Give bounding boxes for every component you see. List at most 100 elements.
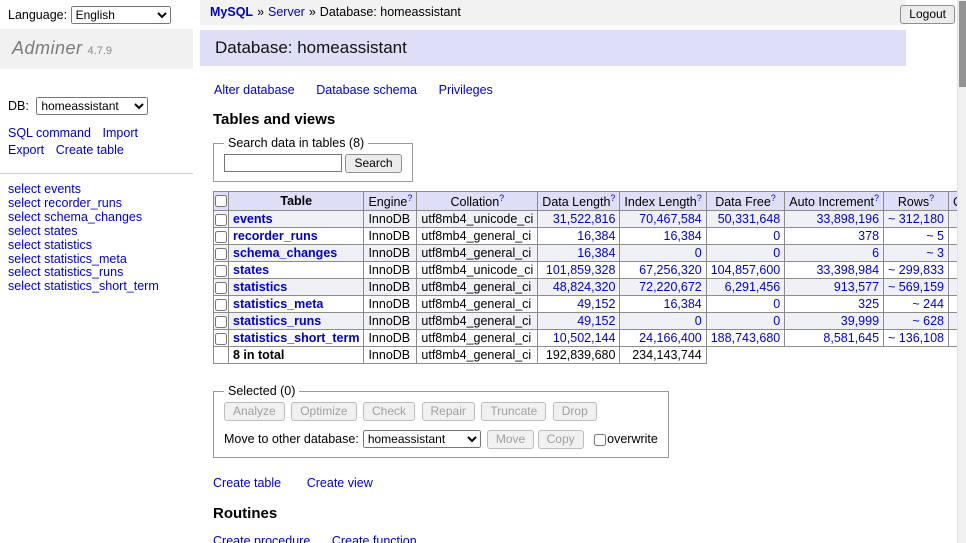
table-link[interactable]: events: [233, 212, 273, 226]
db-select[interactable]: homeassistant: [36, 97, 148, 115]
help-icon[interactable]: ?: [610, 193, 615, 203]
data-free-link[interactable]: 50,331,648: [711, 212, 781, 226]
scrollbar[interactable]: [957, 0, 966, 543]
sidebar-item-select-statistics-meta[interactable]: select statistics_meta: [8, 253, 193, 267]
help-icon[interactable]: ?: [697, 193, 702, 203]
index-length-link[interactable]: 0: [624, 314, 701, 328]
rows-link[interactable]: ~ 299,833: [888, 263, 944, 277]
optimize-button[interactable]: Optimize: [291, 402, 356, 421]
table-link[interactable]: recorder_runs: [233, 229, 318, 243]
analyze-button[interactable]: Analyze: [224, 402, 285, 421]
check-button[interactable]: Check: [363, 402, 415, 421]
sidebar-item-select-statistics[interactable]: select statistics: [8, 239, 193, 253]
scrollbar-thumb[interactable]: [959, 1, 966, 87]
database-schema-link[interactable]: Database schema: [316, 83, 417, 97]
sidebar-item-select-statistics-runs[interactable]: select statistics_runs: [8, 266, 193, 280]
data-length-link[interactable]: 49,152: [542, 297, 615, 311]
breadcrumb-mysql-link[interactable]: MySQL: [210, 5, 253, 19]
move-database-select[interactable]: homeassistant: [363, 430, 481, 448]
repair-button[interactable]: Repair: [422, 402, 475, 421]
data-free-link[interactable]: 0: [711, 229, 781, 243]
data-free-link[interactable]: 0: [711, 314, 781, 328]
select-all-checkbox[interactable]: [215, 195, 227, 207]
alter-database-link[interactable]: Alter database: [214, 83, 295, 97]
sidebar-item-select-schema-changes[interactable]: select schema_changes: [8, 211, 193, 225]
sidebar-item-select-events[interactable]: select events: [8, 183, 193, 197]
logout-button[interactable]: Logout: [900, 5, 955, 24]
index-length-link[interactable]: 70,467,584: [624, 212, 701, 226]
row-checkbox[interactable]: [215, 299, 227, 311]
privileges-link[interactable]: Privileges: [439, 83, 493, 97]
data-free-link[interactable]: 0: [711, 297, 781, 311]
auto-increment-link[interactable]: 913,577: [789, 280, 879, 294]
row-checkbox[interactable]: [215, 282, 227, 294]
language-select[interactable]: English: [71, 6, 171, 24]
data-length-link[interactable]: 101,859,328: [542, 263, 615, 277]
index-length-link[interactable]: 16,384: [624, 297, 701, 311]
sidebar-link-import[interactable]: Import: [103, 125, 138, 142]
create-procedure-link[interactable]: Create procedure: [213, 534, 310, 543]
truncate-button[interactable]: Truncate: [481, 402, 546, 421]
data-length-link[interactable]: 48,824,320: [542, 280, 615, 294]
rows-link[interactable]: ~ 569,159: [888, 280, 944, 294]
data-length-link[interactable]: 31,522,816: [542, 212, 615, 226]
create-function-link[interactable]: Create function: [332, 534, 417, 543]
table-link[interactable]: schema_changes: [233, 246, 337, 260]
data-free-link[interactable]: 0: [711, 246, 781, 260]
sidebar-item-select-states[interactable]: select states: [8, 225, 193, 239]
table-link[interactable]: statistics_short_term: [233, 331, 359, 345]
data-length-link[interactable]: 16,384: [542, 246, 615, 260]
row-checkbox[interactable]: [215, 265, 227, 277]
index-length-link[interactable]: 72,220,672: [624, 280, 701, 294]
help-icon[interactable]: ?: [499, 193, 504, 203]
adminer-logo[interactable]: Adminer: [12, 38, 83, 58]
rows-link[interactable]: ~ 628: [888, 314, 944, 328]
copy-button[interactable]: Copy: [538, 430, 584, 449]
auto-increment-link[interactable]: 6: [789, 246, 879, 260]
index-length-link[interactable]: 24,166,400: [624, 331, 701, 345]
rows-link[interactable]: ~ 136,108: [888, 331, 944, 345]
sidebar-item-select-recorder-runs[interactable]: select recorder_runs: [8, 197, 193, 211]
row-checkbox[interactable]: [215, 248, 227, 260]
data-free-link[interactable]: 188,743,680: [711, 331, 781, 345]
index-length-link[interactable]: 0: [624, 246, 701, 260]
rows-link[interactable]: ~ 5: [888, 229, 944, 243]
breadcrumb-server-link[interactable]: Server: [268, 5, 305, 19]
search-button[interactable]: Search: [345, 154, 401, 173]
auto-increment-link[interactable]: 325: [789, 297, 879, 311]
sidebar-item-select-statistics-short-term[interactable]: select statistics_short_term: [8, 280, 193, 294]
rows-link[interactable]: ~ 244: [888, 297, 944, 311]
row-checkbox[interactable]: [215, 214, 227, 226]
move-button[interactable]: Move: [487, 430, 534, 449]
table-link[interactable]: states: [233, 263, 269, 277]
help-icon[interactable]: ?: [771, 193, 776, 203]
table-link[interactable]: statistics_runs: [233, 314, 321, 328]
help-icon[interactable]: ?: [407, 193, 412, 203]
data-length-link[interactable]: 16,384: [542, 229, 615, 243]
auto-increment-link[interactable]: 33,398,984: [789, 263, 879, 277]
overwrite-checkbox[interactable]: [594, 434, 606, 446]
data-length-link[interactable]: 10,502,144: [542, 331, 615, 345]
row-checkbox[interactable]: [215, 316, 227, 328]
auto-increment-link[interactable]: 8,581,645: [789, 331, 879, 345]
data-free-link[interactable]: 104,857,600: [711, 263, 781, 277]
sidebar-link-create-table[interactable]: Create table: [56, 142, 124, 159]
search-input[interactable]: [224, 154, 342, 172]
drop-button[interactable]: Drop: [553, 402, 597, 421]
data-length-link[interactable]: 49,152: [542, 314, 615, 328]
index-length-link[interactable]: 67,256,320: [624, 263, 701, 277]
help-icon[interactable]: ?: [874, 193, 879, 203]
row-checkbox[interactable]: [215, 333, 227, 345]
data-free-link[interactable]: 6,291,456: [711, 280, 781, 294]
create-view-link[interactable]: Create view: [307, 476, 373, 490]
auto-increment-link[interactable]: 33,898,196: [789, 212, 879, 226]
sidebar-link-export[interactable]: Export: [8, 142, 44, 159]
table-link[interactable]: statistics_meta: [233, 297, 323, 311]
auto-increment-link[interactable]: 39,999: [789, 314, 879, 328]
sidebar-link-sql-command[interactable]: SQL command: [8, 125, 91, 142]
table-link[interactable]: statistics: [233, 280, 287, 294]
create-table-link[interactable]: Create table: [213, 476, 281, 490]
index-length-link[interactable]: 16,384: [624, 229, 701, 243]
rows-link[interactable]: ~ 3: [888, 246, 944, 260]
rows-link[interactable]: ~ 312,180: [888, 212, 944, 226]
